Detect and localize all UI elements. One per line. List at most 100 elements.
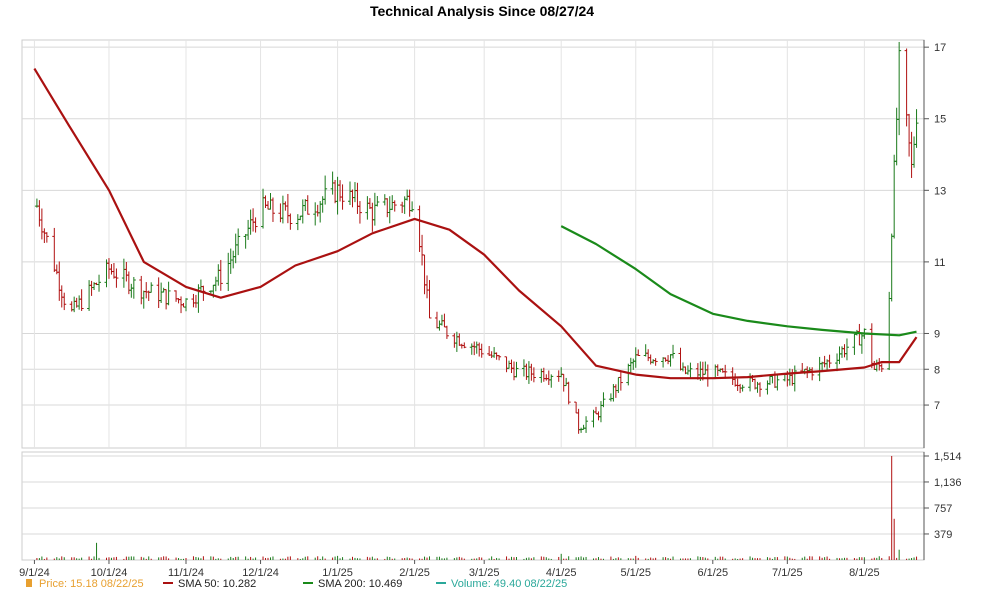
price-bar [246, 219, 251, 240]
price-bar [228, 248, 233, 274]
price-bar [879, 363, 884, 373]
price-bar [420, 234, 425, 266]
price-bar [52, 227, 57, 272]
price-bar [295, 214, 300, 231]
legend-entry: Price: 15.18 08/22/25 [26, 578, 144, 590]
price-bar [226, 252, 231, 291]
price-bar [87, 280, 92, 311]
price-bar [909, 131, 914, 178]
price-bar [174, 290, 179, 302]
price-bar [372, 192, 377, 226]
price-bar [618, 370, 623, 391]
chart-title: Technical Analysis Since 08/27/24 [370, 3, 594, 19]
price-bar [144, 282, 149, 299]
price-bar [405, 189, 410, 201]
price-bar [479, 343, 484, 358]
price-bar [755, 381, 760, 393]
moving-averages [33, 68, 918, 380]
price-bar [77, 295, 82, 310]
price-bar [509, 359, 514, 374]
price-bar [62, 292, 67, 311]
price-bar [626, 363, 631, 386]
price-bar [427, 280, 432, 319]
price-bar [643, 344, 648, 357]
price-bar [166, 281, 171, 306]
price-bar [59, 285, 64, 308]
price-bar [671, 344, 676, 359]
price-bar [544, 374, 549, 381]
price-bar [827, 354, 832, 368]
price-bar [489, 351, 494, 359]
price-bar [584, 416, 589, 433]
price-bar [628, 357, 633, 373]
price-bar [678, 347, 683, 371]
price-bar [529, 363, 534, 381]
price-bar [320, 196, 325, 213]
price-bar [340, 184, 345, 210]
legend-label: Volume: 49.40 08/22/25 [451, 578, 567, 590]
price-bar [912, 136, 917, 168]
price-bar [392, 200, 397, 212]
price-bar [598, 401, 603, 423]
price-bar [439, 314, 444, 326]
price-bar [39, 208, 44, 240]
price-bar [434, 311, 439, 329]
price-bar [835, 353, 840, 372]
price-bar [852, 333, 857, 355]
price-bar [139, 275, 144, 305]
volume-tick-label: 1,514 [934, 451, 962, 463]
price-bar [193, 294, 198, 308]
price-bar [425, 275, 430, 299]
price-bar [382, 194, 387, 206]
price-bar [740, 384, 745, 392]
price-bar [129, 283, 134, 298]
price-bar [42, 228, 47, 244]
price-bar [559, 367, 564, 378]
price-bar [631, 358, 636, 370]
price-bar [775, 374, 780, 391]
price-bar [191, 293, 196, 308]
price-bar [889, 233, 894, 302]
price-bar [248, 209, 253, 235]
price-bar [579, 427, 584, 433]
price-bar [608, 393, 613, 402]
price-bar [765, 380, 770, 395]
price-bar [914, 109, 919, 148]
volume-tick-label: 1,136 [934, 477, 962, 489]
price-bar [546, 370, 551, 386]
price-bar [457, 333, 462, 346]
price-bar [842, 344, 847, 358]
price-bar [288, 213, 293, 230]
legend-label: Price: 15.18 08/22/25 [39, 578, 144, 590]
price-bar [305, 195, 310, 215]
price-tick-label: 13 [934, 185, 946, 197]
price-bar [561, 373, 566, 392]
price-bar [231, 250, 236, 269]
legend-marker-square [26, 579, 32, 587]
price-bar [837, 346, 842, 365]
price-bar [57, 261, 62, 301]
price-bar [285, 193, 290, 224]
price-bar [141, 290, 146, 309]
price-bar [492, 347, 497, 358]
price-bar [97, 274, 102, 292]
price-bar [524, 363, 529, 380]
price-bar [357, 201, 362, 224]
price-bar [452, 333, 457, 348]
price-bar [216, 264, 221, 286]
price-bar [497, 355, 502, 361]
price-bar [442, 313, 447, 328]
legend-entry: Volume: 49.40 08/22/25 [436, 578, 567, 590]
price-bar [758, 382, 762, 397]
price-bar [263, 195, 268, 208]
price-bar [79, 289, 84, 311]
price-bar [646, 349, 651, 362]
price-bar [370, 202, 375, 232]
price-tick-label: 8 [934, 364, 940, 376]
price-bar [333, 179, 338, 204]
price-bar [616, 376, 621, 394]
grid [21, 39, 925, 561]
legend-entry: SMA 50: 10.282 [163, 578, 256, 590]
price-bar [462, 342, 467, 349]
price-bar [539, 368, 544, 383]
